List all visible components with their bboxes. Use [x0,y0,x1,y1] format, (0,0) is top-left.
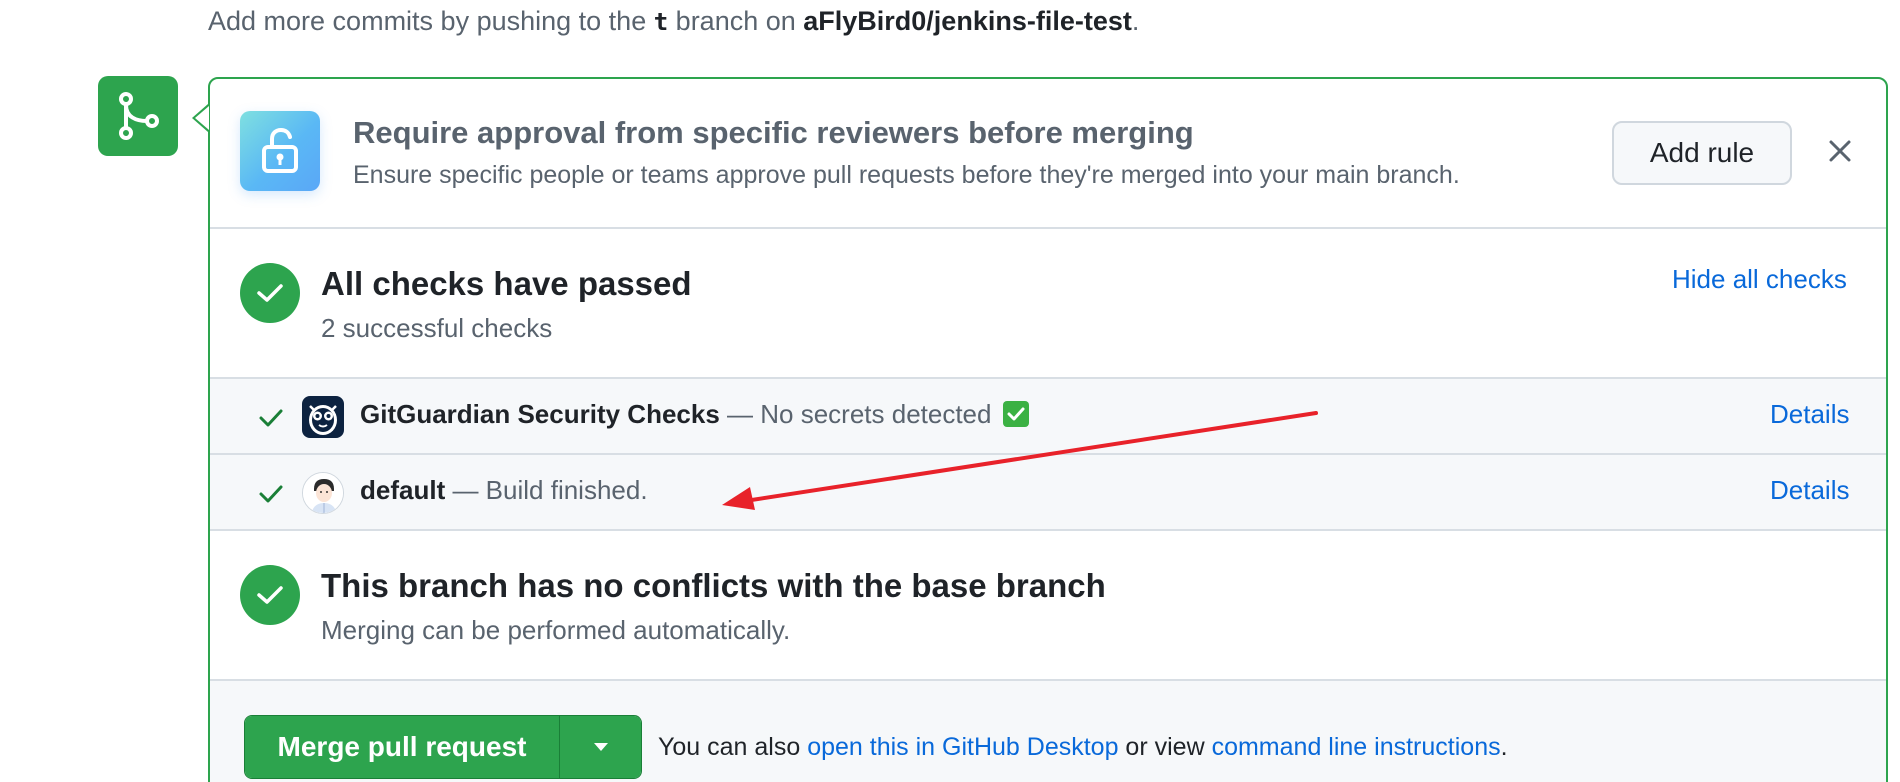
push-hint-suffix: . [1131,6,1140,36]
check-icon [259,409,283,427]
branch-name: t [653,8,669,36]
check-description: GitGuardian Security Checks — No secrets… [360,399,1029,430]
checks-title: All checks have passed [321,265,692,302]
push-hint: Add more commits by pushing to the t bra… [208,6,1139,37]
gitguardian-avatar [302,396,344,438]
rule-prompt-title: Require approval from specific reviewers… [353,115,1194,150]
check-row-gitguardian: GitGuardian Security Checks — No secrets… [210,379,1886,455]
note-prefix: You can also [658,733,808,761]
open-in-desktop-link[interactable]: open this in GitHub Desktop [807,733,1118,761]
details-link[interactable]: Details [1770,399,1849,430]
add-rule-button[interactable]: Add rule [1612,121,1792,185]
panel-caret-fill [195,106,209,130]
conflicts-title: This branch has no conflicts with the ba… [321,567,1106,604]
conflicts-subtitle: Merging can be performed automatically. [321,615,791,645]
merge-alternatives-note: You can also open this in GitHub Desktop… [658,733,1508,762]
triangle-down-icon [593,743,608,751]
merge-method-dropdown[interactable] [559,716,641,778]
merge-box: Require approval from specific reviewers… [208,77,1888,782]
check-circle-icon [240,565,300,625]
branch-rule-prompt: Require approval from specific reviewers… [210,79,1886,229]
check-status: — No secrets detected [719,399,999,429]
close-icon[interactable] [1820,131,1860,171]
check-name: GitGuardian Security Checks [360,399,720,429]
note-middle: or view [1118,733,1212,761]
check-row-default: default — Build finished. Details [210,455,1886,531]
check-name: default [360,475,446,505]
check-status: — Build finished. [445,475,648,505]
merge-actions: Merge pull request You can also open thi… [210,681,1886,782]
merge-pull-request-button[interactable]: Merge pull request [245,716,559,778]
check-circle-icon [240,263,300,323]
jenkins-avatar [302,472,344,514]
checks-summary: All checks have passed 2 successful chec… [210,229,1886,379]
push-hint-prefix: Add more commits by pushing to the [208,6,654,36]
check-icon [259,485,283,503]
merge-button-group: Merge pull request [244,715,642,779]
check-description: default — Build finished. [360,475,648,506]
command-line-instructions-link[interactable]: command line instructions [1212,733,1501,761]
white-check-mark-emoji-icon [1002,401,1029,427]
checks-subtitle: 2 successful checks [321,313,553,343]
repo-name: aFlyBird0/jenkins-file-test [803,6,1132,36]
unlock-icon [240,111,320,191]
hide-all-checks-link[interactable]: Hide all checks [1672,264,1847,295]
rule-prompt-description: Ensure specific people or teams approve … [353,161,1460,189]
conflicts-summary: This branch has no conflicts with the ba… [210,531,1886,681]
details-link[interactable]: Details [1770,475,1849,506]
git-merge-icon [98,76,178,156]
note-suffix: . [1500,733,1508,761]
push-hint-middle: branch on [668,6,804,36]
